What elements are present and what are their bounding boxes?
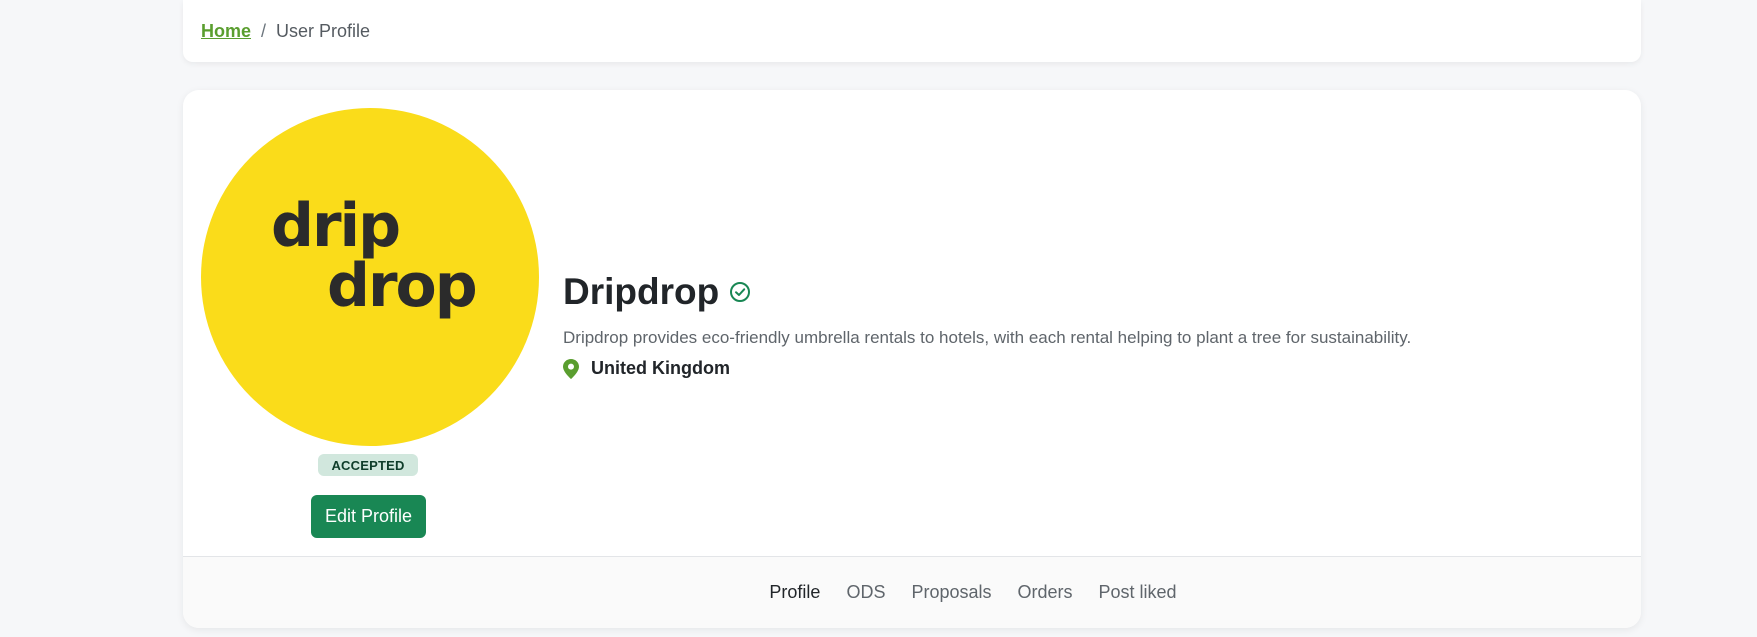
name-row: Dripdrop [563,268,1563,316]
profile-card: drip drop ACCEPTED Edit Profile Dripdrop… [183,90,1641,628]
status-badge: ACCEPTED [318,454,418,476]
map-pin-icon [563,358,579,379]
dripdrop-logo: drip drop [271,191,478,321]
breadcrumb-current: User Profile [276,20,371,41]
profile-tabs: Profile ODS Proposals Orders Post liked [183,556,1641,628]
breadcrumb-home-link[interactable]: Home [201,21,251,42]
tab-post-liked[interactable]: Post liked [1099,582,1177,603]
breadcrumb: Home / User Profile [183,0,1641,62]
tab-profile[interactable]: Profile [769,582,820,603]
location-label: United Kingdom [591,358,730,378]
tab-proposals[interactable]: Proposals [911,582,991,603]
edit-profile-button[interactable]: Edit Profile [311,495,426,538]
profile-info: Dripdrop Dripdrop provides eco-friendly … [563,268,1563,379]
check-circle-icon [729,281,751,303]
logo-text-drop: drop [327,251,476,321]
profile-description: Dripdrop provides eco-friendly umbrella … [563,328,1412,347]
breadcrumb-separator: / [261,20,267,41]
avatar: drip drop [201,108,539,446]
profile-location: United Kingdom [563,358,1563,379]
tab-ods[interactable]: ODS [846,582,885,603]
profile-name: Dripdrop [563,271,720,312]
tab-orders[interactable]: Orders [1018,582,1073,603]
